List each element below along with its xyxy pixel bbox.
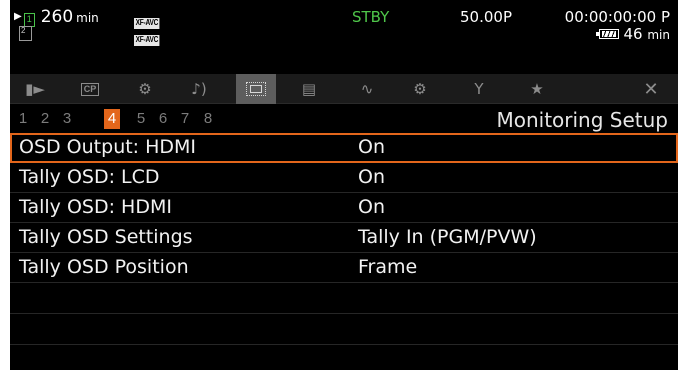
menu-item-tally-osd-lcd[interactable]: Tally OSD: LCD On xyxy=(10,163,678,193)
card-slot-icon: 1 xyxy=(23,13,35,27)
assist-icon: ∿ xyxy=(360,80,374,98)
close-icon: ✕ xyxy=(643,78,659,100)
tab-monitoring-setup[interactable] xyxy=(236,74,276,104)
tab-system[interactable]: Y xyxy=(462,74,496,104)
page-6[interactable]: 6 xyxy=(155,109,171,129)
remaining-time: 260 xyxy=(40,7,74,27)
page-4[interactable]: 4 xyxy=(104,109,120,129)
frame-rate: 50.00P xyxy=(460,8,512,26)
audio-icon: ♪) xyxy=(191,80,207,98)
close-button[interactable]: ✕ xyxy=(634,74,668,104)
battery-time: 46 xyxy=(623,25,643,43)
tab-assign[interactable]: ⚙ xyxy=(403,74,437,104)
tab-recording-setup[interactable]: ▤ xyxy=(292,74,326,104)
assign-icon: ⚙ xyxy=(413,80,427,98)
camera-setup-icon: ⚙ xyxy=(138,80,152,98)
page-7[interactable]: 7 xyxy=(177,109,193,129)
menu-empty-row xyxy=(10,314,678,345)
menu-item-label: Tally OSD: HDMI xyxy=(19,196,172,218)
format-badge-2: XF-AVC xyxy=(134,35,160,46)
battery-icon xyxy=(596,29,620,39)
menu-item-value: Tally In (PGM/PVW) xyxy=(358,226,537,248)
menu-item-label: Tally OSD: LCD xyxy=(19,166,160,188)
battery-status: 46 min xyxy=(596,25,670,44)
menu-item-tally-osd-settings[interactable]: Tally OSD Settings Tally In (PGM/PVW) xyxy=(10,223,678,253)
menu-list: OSD Output: HDMI On Tally OSD: LCD On Ta… xyxy=(10,133,678,370)
tab-my-menu[interactable]: ★ xyxy=(520,74,554,104)
menu-item-label: Tally OSD Settings xyxy=(19,226,193,248)
recording-status: STBY xyxy=(352,8,390,26)
tab-camera-setup[interactable]: ⚙ xyxy=(128,74,162,104)
cp-icon: CP xyxy=(80,82,100,96)
play-indicator-icon: ▶ xyxy=(14,11,22,22)
menu-empty-row xyxy=(10,283,678,314)
menu-item-tally-osd-position[interactable]: Tally OSD Position Frame xyxy=(10,253,678,283)
menu-tab-bar: ▮► CP ⚙ ♪) ▤ ∿ ⚙ Y ★ ✕ xyxy=(10,74,678,104)
tab-assistance[interactable]: ∿ xyxy=(350,74,384,104)
menu-item-value: On xyxy=(358,166,385,188)
menu-item-osd-output-hdmi[interactable]: OSD Output: HDMI On xyxy=(10,133,678,163)
timecode: 00:00:00:00 P xyxy=(564,8,670,26)
menu-item-value: On xyxy=(358,136,385,158)
card-2-icon: 2 xyxy=(19,26,32,41)
recording-icon: ▤ xyxy=(301,80,317,98)
menu-item-value: On xyxy=(358,196,385,218)
camera-menu-screen: ▶ 1 260 min XF-AVC XF-AVC 2 STBY 50.00P 00:… xyxy=(10,0,678,370)
page-8[interactable]: 8 xyxy=(200,109,216,129)
monitoring-icon xyxy=(246,82,266,96)
tab-camera[interactable]: ▮► xyxy=(18,74,52,104)
menu-item-tally-osd-hdmi[interactable]: Tally OSD: HDMI On xyxy=(10,193,678,223)
page-selector: 1 2 3 4 5 6 7 8 Monitoring Setup xyxy=(10,106,678,132)
system-icon: Y xyxy=(474,80,484,98)
battery-unit: min xyxy=(647,28,670,42)
tab-custom-picture[interactable]: CP xyxy=(73,74,107,104)
page-5[interactable]: 5 xyxy=(133,109,149,129)
media-remaining: ▶ 1 260 min xyxy=(14,7,99,28)
camera-icon: ▮► xyxy=(25,80,45,98)
page-1[interactable]: 1 xyxy=(15,109,31,129)
remaining-unit: min xyxy=(76,11,99,25)
menu-item-label: OSD Output: HDMI xyxy=(19,136,197,158)
my-menu-icon: ★ xyxy=(530,80,544,98)
page-3[interactable]: 3 xyxy=(59,109,75,129)
page-title: Monitoring Setup xyxy=(496,108,668,132)
page-2[interactable]: 2 xyxy=(37,109,53,129)
menu-item-label: Tally OSD Position xyxy=(19,256,189,278)
menu-empty-row xyxy=(10,345,678,370)
menu-item-value: Frame xyxy=(358,256,418,278)
tab-audio[interactable]: ♪) xyxy=(182,74,216,104)
